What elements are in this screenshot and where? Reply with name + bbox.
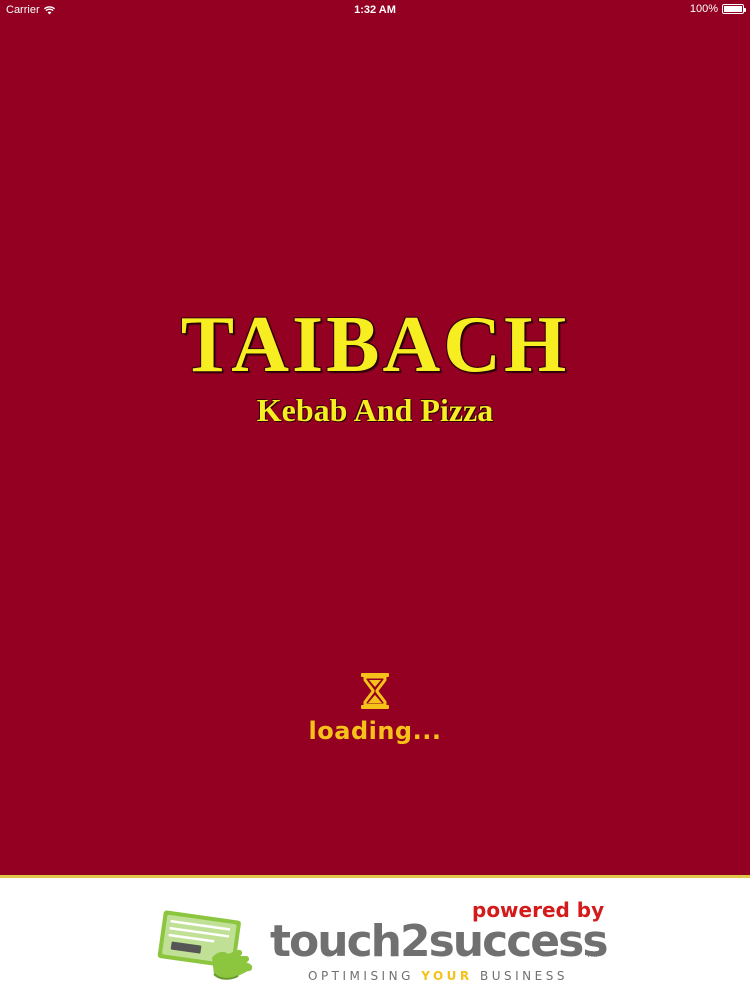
tagline-start: OPTIMISING [308,969,422,983]
loading-indicator: loading... [0,672,750,745]
touch2success-wordmark: touch2success [270,916,609,967]
battery-icon [722,4,746,14]
brand-block: TAIBACH Kebab And Pizza [0,300,750,428]
powered-by-footer: powered by touch2success TM OPTIMISING Y… [0,875,750,1000]
status-time: 1:32 AM [354,4,396,16]
loading-text: loading... [308,717,442,745]
brand-subtitle: Kebab And Pizza [256,392,494,428]
battery-group: 100% [689,3,746,15]
tagline: OPTIMISING YOUR BUSINESS [308,969,568,983]
trademark-mark: TM [586,950,598,959]
brand-title: TAIBACH [180,301,570,389]
tagline-highlight: YOUR [421,969,473,983]
touch-card-icon [157,910,253,980]
tagline-end: BUSINESS [472,969,568,983]
battery-fill [724,6,742,12]
hourglass-icon [361,673,389,709]
battery-percent: 100% [689,3,718,15]
status-bar: Carrier 1:32 AM 100% [0,0,750,20]
